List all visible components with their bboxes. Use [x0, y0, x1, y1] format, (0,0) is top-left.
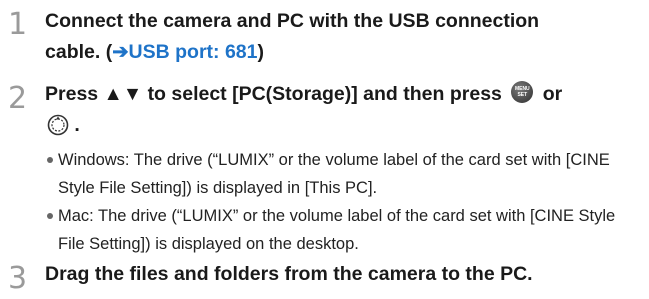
step-3-text: Drag the files and folders from the came…: [45, 259, 533, 290]
step-3-line-1: Drag the files and folders from the came…: [45, 263, 533, 285]
note-mac: Mac: The drive (“LUMIX” or the volume la…: [46, 202, 646, 258]
menu-set-button-icon: [511, 81, 534, 103]
step-2-notes: Windows: The drive (“LUMIX” or the volum…: [46, 146, 646, 258]
step-number-3: 3: [8, 261, 28, 296]
step-number-2: 2: [8, 81, 28, 116]
note-windows: Windows: The drive (“LUMIX” or the volum…: [46, 146, 646, 202]
step-2-line-2: .: [45, 110, 562, 146]
step-2-line-1-prefix: Press ▲▼ to select [PC(Storage)] and the…: [45, 83, 502, 105]
step-2-line-2-suffix: .: [74, 114, 80, 136]
step-1-line-1: Connect the camera and PC with the USB c…: [45, 10, 540, 32]
step-1-text: Connect the camera and PC with the USB c…: [45, 6, 539, 68]
step-number-1: 1: [8, 7, 28, 42]
step-1-line-2-prefix: cable. (: [45, 41, 113, 63]
usb-port-link[interactable]: USB port: 681: [129, 41, 258, 63]
step-2-text: Press ▲▼ to select [PC(Storage)] and the…: [45, 79, 562, 146]
control-dial-icon: [47, 114, 69, 146]
step-2-line-1: Press ▲▼ to select [PC(Storage)] and the…: [45, 79, 562, 110]
step-2-line-1-suffix: or: [542, 83, 563, 105]
step-1-line-2: cable. (➔USB port: 681): [45, 37, 539, 68]
step-1-line-2-suffix: ): [257, 41, 265, 63]
arrow-icon: ➔: [112, 41, 129, 63]
